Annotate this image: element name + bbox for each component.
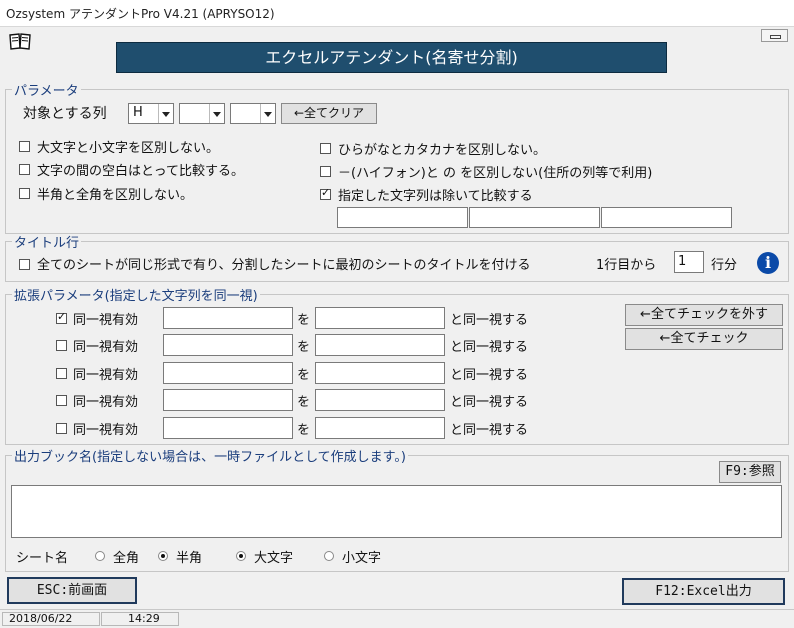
space-checkbox[interactable] [19,164,30,175]
params-legend: パラメータ [14,84,79,99]
lowercase-label: 小文字 [342,551,382,566]
equiv-mid-5: を [297,423,311,438]
equiv-mid-3: を [297,368,311,383]
equiv-checkbox-3[interactable] [56,368,67,379]
minimize-button[interactable] [761,29,788,42]
equiv-mid-4: を [297,395,311,410]
case-checkbox[interactable] [19,141,30,152]
kana-checkbox[interactable] [320,143,331,154]
equiv-to-field-2[interactable] [315,334,445,356]
lowercase-radio[interactable] [324,551,334,561]
case-label: 大文字と小文字を区別しない。 [37,141,220,156]
equiv-label-4: 同一視有効 [73,395,139,410]
status-bar: 2018/06/22 14:29 [0,609,794,628]
info-icon[interactable]: i [757,252,779,274]
equiv-from-field-1[interactable] [163,307,293,329]
uncheck-all-button[interactable]: ←全てチェックを外す [625,304,783,326]
zenkaku-radio[interactable] [95,551,105,561]
column-select-3[interactable] [230,103,276,124]
chevron-down-icon [158,104,173,123]
column-select-2[interactable] [179,103,225,124]
equiv-tail-2: と同一視する [450,340,529,355]
title-row-label: 全てのシートが同じ形式で有り、分割したシートに最初のシートのタイトルを付ける [37,258,531,273]
equiv-checkbox-5[interactable] [56,423,67,434]
equiv-tail-1: と同一視する [450,313,529,328]
window-title: Ozsystem アテンダントPro V4.21 (APRYSO12) [6,7,275,21]
equiv-to-field-3[interactable] [315,362,445,384]
column-select-1[interactable]: H [128,103,174,124]
equiv-tail-3: と同一視する [450,368,529,383]
width-checkbox[interactable] [19,188,30,199]
target-column-label: 対象とする列 [23,106,107,122]
width-label: 半角と全角を区別しない。 [37,188,194,203]
output-legend: 出力ブック名(指定しない場合は、一時ファイルとして作成します。) [14,450,406,465]
clear-all-button[interactable]: ←全てクリア [281,103,377,124]
equiv-mid-2: を [297,340,311,355]
book-icon[interactable] [9,32,31,50]
equiv-label-5: 同一視有効 [73,423,139,438]
equiv-to-field-4[interactable] [315,389,445,411]
output-book-field[interactable] [11,485,782,538]
equiv-tail-5: と同一視する [450,423,529,438]
equiv-from-field-2[interactable] [163,334,293,356]
equiv-from-field-5[interactable] [163,417,293,439]
back-button[interactable]: ESC:前画面 [7,577,137,604]
exclude-field-2[interactable] [469,207,600,228]
equiv-label-3: 同一視有効 [73,368,139,383]
title-rows-field[interactable]: 1 [674,251,704,273]
status-time: 14:29 [101,612,179,626]
hankaku-radio[interactable] [158,551,168,561]
window-titlebar: Ozsystem アテンダントPro V4.21 (APRYSO12) [0,0,794,27]
equiv-checkbox-4[interactable] [56,395,67,406]
equiv-from-field-3[interactable] [163,362,293,384]
uppercase-label: 大文字 [254,551,294,566]
chevron-down-icon [260,104,275,123]
zenkaku-label: 全角 [113,551,140,566]
kana-label: ひらがなとカタカナを区別しない。 [338,143,547,158]
equiv-to-field-1[interactable] [315,307,445,329]
exclude-label: 指定した文字列は除いて比較する [338,189,533,204]
equiv-to-field-5[interactable] [315,417,445,439]
equiv-label-2: 同一視有効 [73,340,139,355]
check-all-button[interactable]: ←全てチェック [625,328,783,350]
hyphen-checkbox[interactable] [320,166,331,177]
equiv-label-1: 同一視有効 [73,313,139,328]
page-banner: エクセルアテンダント(名寄せ分割) [116,42,667,73]
hyphen-label: －(ハイフォン)と の を区別しない(住所の列等で利用) [338,166,653,181]
status-date: 2018/06/22 [2,612,100,626]
exclude-field-1[interactable] [337,207,468,228]
excel-output-button[interactable]: F12:Excel出力 [622,578,785,605]
equiv-checkbox-2[interactable] [56,340,67,351]
browse-button[interactable]: F9:参照 [719,461,781,483]
exclude-checkbox[interactable] [320,186,331,200]
space-label: 文字の間の空白はとって比較する。 [37,164,244,179]
equiv-from-field-4[interactable] [163,389,293,411]
title-row-checkbox[interactable] [19,259,30,270]
rows-from-label: 1行目から [596,258,657,273]
title-row-legend: タイトル行 [14,236,80,251]
equiv-checkbox-1[interactable] [56,310,67,324]
equiv-mid-1: を [297,313,311,328]
rows-unit-label: 行分 [711,258,738,273]
equiv-tail-4: と同一視する [450,395,529,410]
exclude-field-3[interactable] [601,207,732,228]
chevron-down-icon [209,104,224,123]
extended-legend: 拡張パラメータ(指定した文字列を同一視) [14,289,258,304]
uppercase-radio[interactable] [236,551,246,561]
sheet-name-label: シート名 [16,551,69,566]
hankaku-label: 半角 [176,551,203,566]
